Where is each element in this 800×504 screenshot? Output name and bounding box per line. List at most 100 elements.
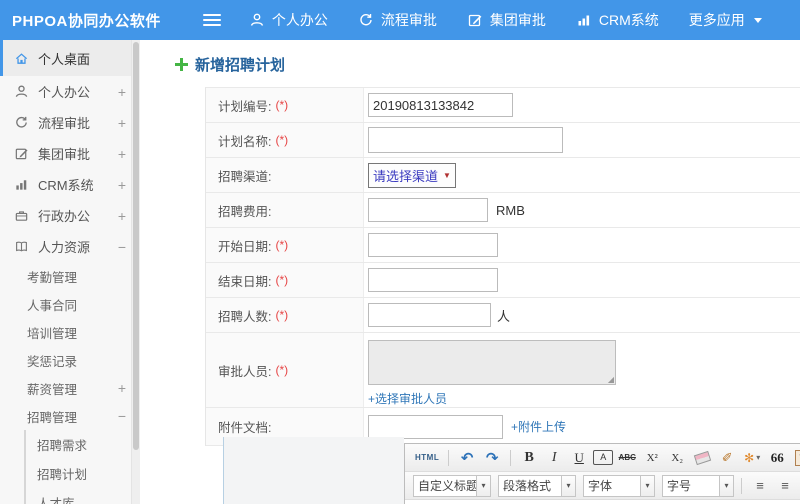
sidebar-item-label: 人力资源	[38, 240, 91, 255]
collapse-minus-icon[interactable]: −	[118, 408, 126, 424]
edit-icon	[467, 12, 483, 28]
plan-name-input[interactable]	[368, 127, 563, 153]
nav-personal-office[interactable]: 个人办公	[249, 10, 328, 30]
paragraph-format-select[interactable]: 段落格式 ▾	[498, 474, 576, 497]
sidebar-item-desktop[interactable]: 个人桌面	[0, 40, 140, 76]
select-approvers-link[interactable]: +选择审批人员	[368, 390, 800, 407]
font-size-select[interactable]: 字号 ▾	[662, 474, 734, 497]
required-mark: (*)	[275, 238, 289, 252]
sidebar: 个人桌面 个人办公 + 流程审批 + 集团审批 + CRM系统 + 行政办公 +…	[0, 40, 141, 504]
bold-button[interactable]: B	[518, 448, 540, 468]
sidebar-item-talent-pool[interactable]: 人才库	[26, 488, 140, 504]
headcount-input[interactable]	[368, 303, 491, 327]
sidebar-item-hr[interactable]: 人力资源 −	[0, 231, 140, 262]
align-center-icon[interactable]: ≡	[774, 476, 796, 496]
recruit-plan-form: 计划编号: (*) 计划名称: (*) 招聘渠道:	[205, 87, 800, 446]
font-family-select[interactable]: 字体 ▾	[583, 474, 655, 497]
briefcase-icon	[14, 208, 29, 223]
end-date-input[interactable]	[368, 268, 498, 292]
expand-plus-icon[interactable]: +	[118, 115, 126, 131]
align-left-icon[interactable]: ≡	[749, 476, 771, 496]
source-code-button[interactable]: HTML	[413, 448, 441, 468]
field-label: 附件文档:	[218, 421, 272, 435]
custom-heading-select[interactable]: 自定义标题 ▾	[413, 474, 491, 497]
sidebar-item-training[interactable]: 培训管理	[0, 318, 140, 346]
remove-format-button[interactable]	[691, 448, 713, 468]
channel-select[interactable]: 请选择渠道 ▼	[368, 162, 456, 188]
expand-plus-icon[interactable]: +	[118, 84, 126, 100]
sidebar-item-hr-contract[interactable]: 人事合同	[0, 290, 140, 318]
nav-process-approval[interactable]: 流程审批	[358, 10, 437, 30]
person-icon	[14, 84, 29, 99]
magic-pen-icon: ✻	[744, 450, 755, 465]
rich-text-editor: HTML ↶ ↷ B I U A ABC X² X₂ ✐ ✻▾ 66 T	[404, 443, 800, 504]
plan-no-input[interactable]	[368, 93, 513, 117]
required-mark: (*)	[275, 133, 289, 147]
attachment-upload-link[interactable]: +附件上传	[511, 418, 566, 435]
sidebar-item-label: 招聘需求	[37, 439, 88, 453]
sidebar-item-attendance[interactable]: 考勤管理	[0, 262, 140, 290]
sidebar-item-label: 培训管理	[27, 326, 78, 341]
superscript-button[interactable]: X²	[641, 448, 663, 468]
expand-plus-icon[interactable]: +	[118, 380, 126, 396]
expand-plus-icon[interactable]: +	[118, 208, 126, 224]
italic-button[interactable]: I	[543, 448, 565, 468]
nav-group-approval[interactable]: 集团审批	[467, 10, 546, 30]
editor-content-area[interactable]	[405, 500, 800, 504]
cost-input[interactable]	[368, 198, 488, 222]
start-date-input[interactable]	[368, 233, 498, 257]
sidebar-item-label: 集团审批	[38, 147, 91, 162]
form-row-cost: 招聘费用: RMB	[206, 193, 800, 228]
underline-button[interactable]: U	[568, 448, 590, 468]
clipboard-text-icon: T	[794, 449, 800, 466]
required-mark: (*)	[275, 363, 289, 377]
subscript-button[interactable]: X₂	[666, 448, 688, 468]
top-nav: 个人办公 流程审批 集团审批 CRM系统 更多应用	[249, 10, 792, 30]
sidebar-item-recruit-demand[interactable]: 招聘需求	[26, 430, 140, 459]
field-label: 计划名称:	[218, 134, 272, 149]
blockquote-button[interactable]: 66	[766, 448, 788, 468]
sidebar-item-admin-office[interactable]: 行政办公 +	[0, 200, 140, 231]
sidebar-item-recruit-plan[interactable]: 招聘计划	[26, 459, 140, 488]
sidebar-item-group-approval[interactable]: 集团审批 +	[0, 138, 140, 169]
undo-icon[interactable]: ↶	[456, 448, 478, 468]
required-mark: (*)	[275, 308, 289, 322]
approvers-textarea[interactable]: ◢	[368, 340, 616, 385]
select-value: 字号	[667, 479, 692, 493]
format-brush-icon[interactable]: ✐	[716, 448, 738, 468]
nav-label: 个人办公	[271, 12, 328, 28]
sidebar-item-label: 招聘管理	[27, 410, 78, 425]
sidebar-item-label: 行政办公	[38, 209, 91, 224]
sidebar-item-label: 个人办公	[38, 85, 91, 100]
hamburger-icon[interactable]	[202, 14, 221, 26]
scrollbar-thumb[interactable]	[133, 42, 139, 451]
expand-plus-icon[interactable]: +	[118, 177, 126, 193]
sidebar-item-label: CRM系统	[38, 178, 94, 193]
redo-icon[interactable]: ↷	[481, 448, 503, 468]
sidebar-item-salary[interactable]: 薪资管理 +	[0, 374, 140, 402]
form-row-approvers: 审批人员: (*) ◢ +选择审批人员	[206, 333, 800, 408]
resize-handle-icon[interactable]: ◢	[608, 375, 614, 384]
sidebar-scrollbar[interactable]	[131, 40, 140, 504]
attachment-input[interactable]	[368, 414, 503, 439]
caret-down-icon: ▾	[756, 453, 761, 462]
char-border-button[interactable]: A	[593, 450, 614, 465]
nav-more-apps[interactable]: 更多应用	[689, 10, 762, 30]
quick-style-button[interactable]: ✻ ▾	[741, 448, 763, 468]
form-row-plan-name: 计划名称: (*)	[206, 123, 800, 158]
sidebar-item-recruit-mgmt[interactable]: 招聘管理 −	[0, 402, 140, 430]
sidebar-item-rewards[interactable]: 奖惩记录	[0, 346, 140, 374]
collapse-minus-icon[interactable]: −	[118, 239, 126, 255]
top-bar: PHPOA协同办公软件 个人办公 流程审批 集团审批 CRM系统 更多应用	[0, 0, 800, 40]
paste-as-text-button[interactable]: T	[791, 448, 800, 468]
sidebar-item-process-approval[interactable]: 流程审批 +	[0, 107, 140, 138]
sidebar-item-crm[interactable]: CRM系统 +	[0, 169, 140, 200]
select-value: 自定义标题	[418, 479, 476, 493]
toolbar-separator	[510, 449, 512, 466]
nav-crm[interactable]: CRM系统	[576, 10, 659, 30]
app-window: PHPOA协同办公软件 个人办公 流程审批 集团审批 CRM系统 更多应用 个人…	[0, 0, 800, 504]
expand-plus-icon[interactable]: +	[118, 146, 126, 162]
required-mark: (*)	[275, 98, 289, 112]
strikethrough-button[interactable]: ABC	[616, 448, 638, 468]
sidebar-item-personal-office[interactable]: 个人办公 +	[0, 76, 140, 107]
